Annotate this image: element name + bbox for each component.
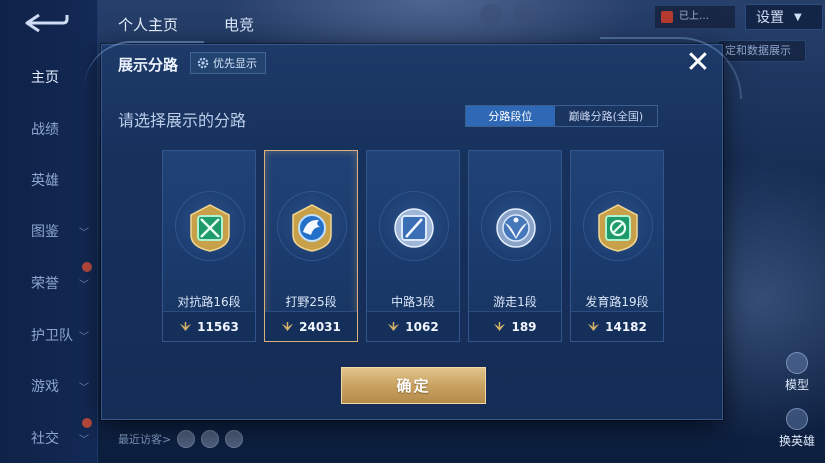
settings-label: 设置	[756, 10, 784, 26]
nav-item-label: 荣誉	[31, 276, 59, 292]
swap-hero-icon	[786, 408, 808, 430]
avatar[interactable]	[201, 430, 220, 448]
lane-score: 189	[469, 311, 561, 341]
lane-score-value: 24031	[299, 319, 341, 334]
lane-label: 对抗路16段	[177, 295, 241, 309]
nav-item-records[interactable]: 战绩	[0, 114, 98, 144]
close-button[interactable]: ✕	[685, 48, 711, 78]
priority-display-button[interactable]: 优先显示	[190, 52, 266, 74]
nav-item-games[interactable]: 游戏 ﹀	[0, 371, 98, 401]
lane-display-dialog: 展示分路 优先显示 ✕ 请选择展示的分路 分路段位 巅峰分路(全国) 对抗路16…	[84, 37, 742, 420]
lane-score-value: 189	[511, 319, 537, 334]
jungle-badge-icon	[292, 204, 332, 252]
mid-lane-badge-icon	[394, 208, 434, 248]
back-arrow-icon	[25, 13, 69, 33]
wings-icon[interactable]	[514, 4, 536, 26]
lane-card-mid[interactable]: 中路3段 1062	[366, 150, 460, 342]
chevron-down-icon: ﹀	[79, 279, 89, 291]
lane-card-jungle[interactable]: 打野25段 24031	[264, 150, 358, 342]
lane-score: 11563	[163, 311, 255, 341]
nav-item-label: 战绩	[31, 122, 59, 138]
nav-item-guard[interactable]: 护卫队 ﹀	[0, 320, 98, 350]
lane-card-farm[interactable]: 发育路19段 14182	[570, 150, 664, 342]
laurel-icon	[588, 322, 600, 331]
top-lane-badge-icon	[190, 204, 230, 252]
lane-score-value: 11563	[197, 319, 239, 334]
model-icon	[786, 352, 808, 374]
lane-score-value: 14182	[605, 319, 647, 334]
top-icons	[480, 4, 536, 26]
avatar[interactable]	[177, 430, 196, 448]
lane-score: 24031	[265, 311, 357, 341]
chevron-down-icon: ﹀	[79, 331, 89, 343]
close-icon: ✕	[685, 45, 711, 80]
back-button[interactable]	[22, 10, 70, 36]
chevron-down-icon: ﹀	[79, 382, 89, 394]
lane-score-value: 1062	[405, 319, 439, 334]
lane-score: 14182	[571, 311, 663, 341]
visitors-label: 最近访客>	[118, 433, 172, 446]
lane-label: 中路3段	[391, 295, 435, 309]
nav-item-label: 游戏	[31, 379, 59, 395]
tab-esports[interactable]: 电竞	[224, 14, 254, 35]
bell-icon[interactable]	[480, 4, 502, 26]
tab-profile[interactable]: 个人主页	[118, 14, 178, 35]
left-nav: 主页 战绩 英雄 图鉴 ﹀ 荣誉 ﹀ 护卫队 ﹀ 游戏 ﹀ 社交 ﹀	[0, 0, 98, 463]
lane-label: 打野25段	[285, 295, 337, 309]
nav-item-codex[interactable]: 图鉴 ﹀	[0, 216, 98, 246]
settings-button[interactable]: 设置 ▼	[745, 4, 823, 30]
swap-hero-button[interactable]: 换英雄	[772, 408, 822, 449]
lane-label: 发育路19段	[585, 295, 649, 309]
lane-type-toggle: 分路段位 巅峰分路(全国)	[465, 105, 658, 127]
lane-card-roam[interactable]: 游走1段 189	[468, 150, 562, 342]
gear-icon	[197, 57, 209, 69]
roam-badge-icon	[496, 208, 536, 248]
chevron-down-icon: ﹀	[79, 227, 89, 239]
nav-item-label: 主页	[31, 70, 59, 86]
farm-lane-badge-icon	[598, 204, 638, 252]
priority-label: 优先显示	[213, 57, 257, 70]
model-button[interactable]: 模型	[772, 352, 822, 393]
lane-label: 游走1段	[493, 295, 537, 309]
chevron-down-icon: ▼	[794, 11, 802, 23]
lane-card-top[interactable]: 对抗路16段 11563	[162, 150, 256, 342]
status-text: 已上…	[679, 11, 709, 22]
confirm-label: 确定	[396, 377, 431, 395]
nav-item-label: 图鉴	[31, 224, 59, 240]
top-tabs: 个人主页 电竞	[118, 14, 254, 35]
dialog-prompt: 请选择展示的分路	[118, 111, 247, 130]
nav-item-honor[interactable]: 荣誉 ﹀	[0, 268, 98, 298]
status-chip: 已上…	[655, 6, 735, 28]
tab-lane-rank[interactable]: 分路段位	[466, 106, 555, 126]
lane-score: 1062	[367, 311, 459, 341]
laurel-icon	[282, 322, 294, 331]
swap-hero-label: 换英雄	[778, 434, 815, 448]
laurel-icon	[388, 322, 400, 331]
data-display-chip[interactable]: 定和数据展示	[718, 40, 806, 62]
avatar[interactable]	[225, 430, 244, 448]
laurel-icon	[494, 322, 506, 331]
nav-item-label: 社交	[31, 431, 59, 447]
nav-item-social[interactable]: 社交 ﹀	[0, 423, 98, 453]
nav-item-label: 英雄	[31, 173, 59, 189]
confirm-button[interactable]: 确定	[341, 367, 486, 404]
chevron-down-icon: ﹀	[79, 434, 89, 446]
nav-item-label: 护卫队	[31, 328, 73, 344]
laurel-icon	[180, 322, 192, 331]
chip-text: 定和数据展示	[725, 44, 791, 57]
recent-visitors[interactable]: 最近访客>	[118, 430, 244, 448]
dialog-title: 展示分路	[118, 56, 179, 74]
tab-peak-lane[interactable]: 巅峰分路(全国)	[554, 106, 657, 126]
model-label: 模型	[784, 378, 809, 392]
nav-item-heroes[interactable]: 英雄	[0, 165, 98, 195]
